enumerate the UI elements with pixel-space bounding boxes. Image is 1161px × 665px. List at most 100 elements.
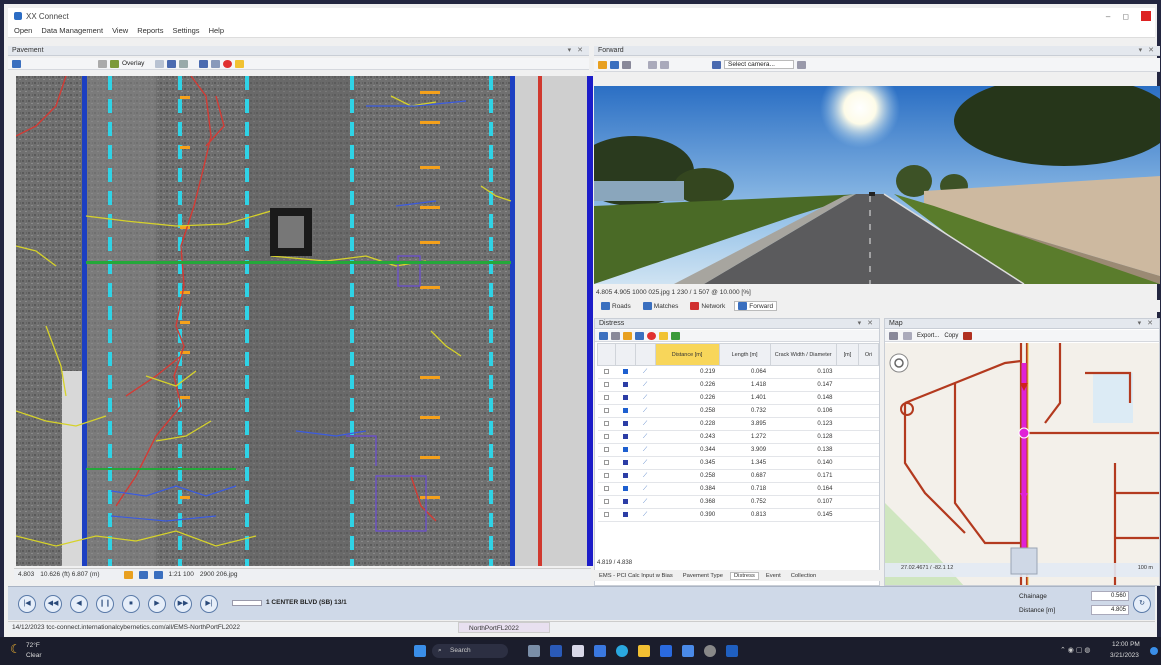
menu-settings[interactable]: Settings (172, 26, 199, 35)
folder-icon[interactable] (623, 331, 632, 340)
pavement-splitter[interactable] (587, 76, 593, 566)
app3-icon[interactable] (594, 645, 606, 657)
task-view-icon[interactable] (528, 645, 540, 657)
tab-collection[interactable]: Collection (788, 573, 819, 579)
folder-icon[interactable] (598, 60, 607, 69)
menu-reports[interactable]: Reports (137, 26, 163, 35)
first-frame-button[interactable]: |◀ (18, 595, 36, 613)
col-color[interactable] (614, 343, 636, 366)
vehicle-position-marker[interactable] (1018, 427, 1030, 439)
xx-connect-task-icon[interactable] (726, 645, 738, 657)
filter-icon[interactable] (599, 331, 608, 340)
store-icon[interactable] (660, 645, 672, 657)
map-nav-control[interactable] (1010, 547, 1038, 575)
tab-network[interactable]: Network (687, 302, 728, 310)
step-back-icon[interactable] (648, 60, 657, 69)
row-checkbox[interactable] (597, 456, 616, 470)
notification-icon[interactable] (1150, 647, 1158, 655)
col-orientation[interactable]: Ori (858, 343, 879, 366)
tab-forward[interactable]: Forward (734, 301, 778, 311)
panel-controls-icon[interactable]: ▾ ✕ (568, 46, 585, 56)
menu-open[interactable]: Open (14, 26, 32, 35)
layer-icon[interactable] (123, 570, 133, 579)
pavement-image-view[interactable] (16, 76, 587, 566)
grid-icon[interactable] (179, 59, 189, 68)
draw-icon[interactable] (199, 59, 209, 68)
step-back-button[interactable]: ◀ (70, 595, 88, 613)
export-button[interactable]: Export... (917, 333, 939, 339)
row-checkbox[interactable] (597, 495, 616, 509)
col-length[interactable]: Length [m] (718, 343, 771, 366)
mail-icon[interactable] (682, 645, 694, 657)
table-row[interactable]: ⟋ 0.226 1.401 0.148 (597, 391, 879, 405)
menu-help[interactable]: Help (209, 26, 224, 35)
table-row[interactable]: ⟋ 0.258 0.687 0.171 (597, 469, 879, 483)
fast-rewind-button[interactable]: ◀◀ (44, 595, 62, 613)
maximize-icon[interactable]: ◻ (1122, 12, 1129, 21)
table-row[interactable]: ⟋ 0.226 1.418 0.147 (597, 378, 879, 392)
weather-icon[interactable]: ☾ (10, 642, 21, 656)
row-checkbox[interactable] (597, 378, 616, 392)
tab-roads[interactable]: Roads (598, 302, 634, 310)
compass-icon[interactable] (889, 353, 909, 373)
tab-ems-pci[interactable]: EMS - PCI Calc Input w Bias (596, 573, 676, 579)
panel-controls-icon[interactable]: ▾ ✕ (1138, 319, 1155, 329)
record-icon[interactable] (647, 331, 656, 340)
tab-matches[interactable]: Matches (640, 302, 682, 310)
row-checkbox[interactable] (597, 417, 616, 431)
row-checkbox[interactable] (597, 469, 616, 483)
distance-input[interactable]: 4.805 (1091, 605, 1129, 615)
grid-icon[interactable] (622, 60, 631, 69)
row-checkbox[interactable] (597, 404, 616, 418)
row-checkbox[interactable] (597, 391, 616, 405)
chainage-input[interactable]: 0.560 (1091, 591, 1129, 601)
menu-view[interactable]: View (112, 26, 128, 35)
zoom-fit-icon[interactable] (153, 570, 163, 579)
weather-temp[interactable]: 72°F (26, 642, 40, 649)
speed-slider[interactable] (232, 600, 262, 606)
map-tool-icon[interactable] (963, 331, 973, 340)
record-icon[interactable] (223, 59, 233, 68)
highlight-icon[interactable] (235, 59, 245, 68)
row-checkbox[interactable] (597, 430, 616, 444)
row-checkbox[interactable] (597, 365, 616, 379)
table-row[interactable]: ⟋ 0.243 1.272 0.128 (597, 430, 879, 444)
nav-icon[interactable] (712, 60, 721, 69)
col-distance[interactable]: Distance [m] (654, 343, 720, 366)
view-icon[interactable] (138, 570, 148, 579)
table-row[interactable]: ⟋ 0.228 3.895 0.123 (597, 417, 879, 431)
settings-icon[interactable] (796, 60, 806, 69)
row-checkbox[interactable] (597, 508, 616, 522)
table-row[interactable]: ⟋ 0.368 0.752 0.107 (597, 495, 879, 509)
overlay-button[interactable]: Overlay (122, 60, 144, 67)
tray-icons[interactable]: ⌃ ◉ ▢ ◍ (1060, 646, 1091, 654)
forward-camera-image[interactable] (594, 86, 1160, 284)
edge-icon[interactable] (616, 645, 628, 657)
measure-icon[interactable] (155, 59, 165, 68)
stop-button[interactable]: ⏹ (122, 595, 140, 613)
add-icon[interactable] (635, 331, 644, 340)
map-zoom-icon[interactable] (903, 331, 912, 340)
tab-distress[interactable]: Distress (729, 571, 759, 580)
close-icon[interactable] (1141, 11, 1151, 21)
panel-controls-icon[interactable]: ▾ ✕ (1139, 46, 1156, 56)
row-checkbox[interactable] (597, 443, 616, 457)
col-crack-width[interactable]: Crack Width / Diameter (769, 343, 837, 366)
start-icon[interactable] (414, 645, 426, 657)
edit-icon[interactable] (611, 331, 620, 340)
app1-icon[interactable] (550, 645, 562, 657)
col-type[interactable] (634, 343, 656, 366)
col-check[interactable] (597, 343, 616, 366)
explorer-icon[interactable] (638, 645, 650, 657)
app4-icon[interactable] (704, 645, 716, 657)
move-icon[interactable] (167, 59, 177, 68)
table-row[interactable]: ⟋ 0.384 0.718 0.164 (597, 482, 879, 496)
zoom-icon[interactable] (98, 59, 107, 68)
layers-icon[interactable] (12, 59, 21, 68)
copy-button[interactable]: Copy (944, 333, 958, 339)
camera-icon[interactable] (610, 60, 619, 69)
map-canvas[interactable] (885, 343, 1159, 586)
col-unit[interactable]: [m] (835, 343, 860, 366)
export-icon[interactable] (671, 331, 680, 340)
row-checkbox[interactable] (597, 482, 616, 496)
